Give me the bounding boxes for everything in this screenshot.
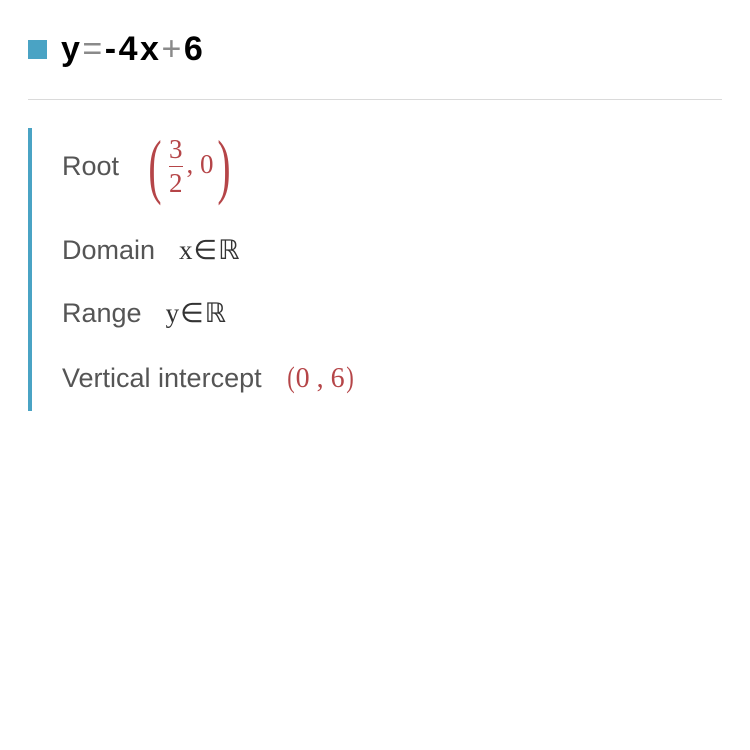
domain-row: Domain x∈ℝ xyxy=(62,235,722,266)
right-paren-small-icon: ) xyxy=(346,361,354,395)
root-label: Root xyxy=(62,151,119,182)
root-value: ( 3 2 , 0 ) xyxy=(143,134,235,199)
equation-expression: y = - 4 x + 6 xyxy=(61,30,203,69)
eq-coef: 4 xyxy=(119,30,138,69)
domain-value: x∈ℝ xyxy=(179,235,240,266)
intercept-value: (0 , 6) xyxy=(286,361,355,395)
range-value: y∈ℝ xyxy=(166,298,227,329)
left-paren-icon: ( xyxy=(148,134,161,199)
series-color-icon xyxy=(28,40,47,59)
function-details: Root ( 3 2 , 0 ) Domain x∈ℝ Range y∈ℝ Ve… xyxy=(28,128,722,411)
eq-plus: + xyxy=(161,30,181,69)
root-row: Root ( 3 2 , 0 ) xyxy=(62,134,722,199)
eq-equals: = xyxy=(82,30,102,69)
eq-const: 6 xyxy=(184,30,203,69)
root-y-value: , 0 xyxy=(187,149,214,180)
eq-var-y: y xyxy=(61,30,80,69)
eq-var-x: x xyxy=(140,30,159,69)
right-paren-icon: ) xyxy=(217,134,230,199)
eq-neg: - xyxy=(105,30,117,69)
root-fraction: 3 2 xyxy=(169,134,183,199)
equation-header: y = - 4 x + 6 xyxy=(28,30,722,100)
range-label: Range xyxy=(62,298,142,329)
intercept-label: Vertical intercept xyxy=(62,363,262,394)
domain-label: Domain xyxy=(62,235,155,266)
left-paren-small-icon: ( xyxy=(287,361,295,395)
root-denominator: 2 xyxy=(169,166,183,199)
intercept-row: Vertical intercept (0 , 6) xyxy=(62,361,722,395)
intercept-coords: 0 , 6 xyxy=(296,363,345,394)
range-row: Range y∈ℝ xyxy=(62,298,722,329)
root-numerator: 3 xyxy=(169,134,183,166)
